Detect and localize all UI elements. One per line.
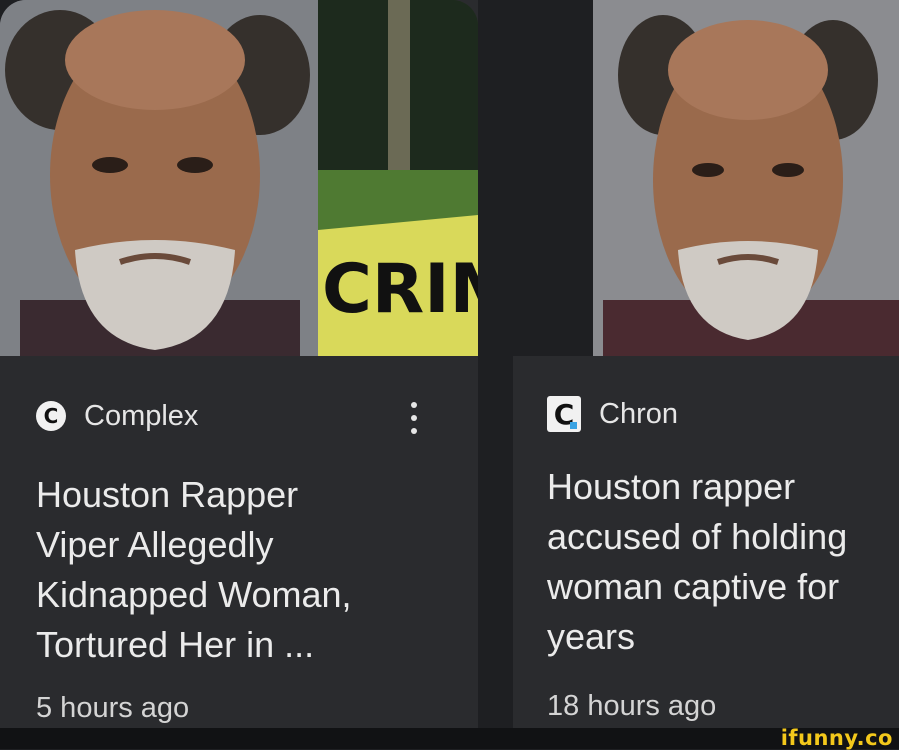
mugshot-image xyxy=(0,0,318,356)
chron-logo-icon: C xyxy=(547,396,581,432)
source-name: Complex xyxy=(84,399,199,432)
bottom-bar xyxy=(0,728,899,749)
more-options-icon[interactable] xyxy=(404,398,424,438)
mugshot-image xyxy=(593,0,899,356)
ifunny-watermark: ifunny.co xyxy=(780,726,893,750)
news-card-complex[interactable]: CRIME C Complex Houston Rapper Viper All… xyxy=(0,0,478,728)
headline[interactable]: Houston rapper accused of holding woman … xyxy=(547,462,899,662)
source-name: Chron xyxy=(599,397,678,430)
crime-tape-text: CRIME xyxy=(322,250,478,329)
timestamp: 5 hours ago xyxy=(36,692,190,724)
source-row[interactable]: C Complex xyxy=(36,396,198,436)
timestamp: 18 hours ago xyxy=(547,690,717,722)
news-card-chron[interactable]: C Chron Houston rapper accused of holdin… xyxy=(513,0,899,728)
crime-scene-image: CRIME xyxy=(318,0,478,356)
headline[interactable]: Houston Rapper Viper Allegedly Kidnapped… xyxy=(36,470,456,670)
source-row[interactable]: C Chron xyxy=(547,394,678,434)
complex-logo-icon: C xyxy=(36,401,66,431)
